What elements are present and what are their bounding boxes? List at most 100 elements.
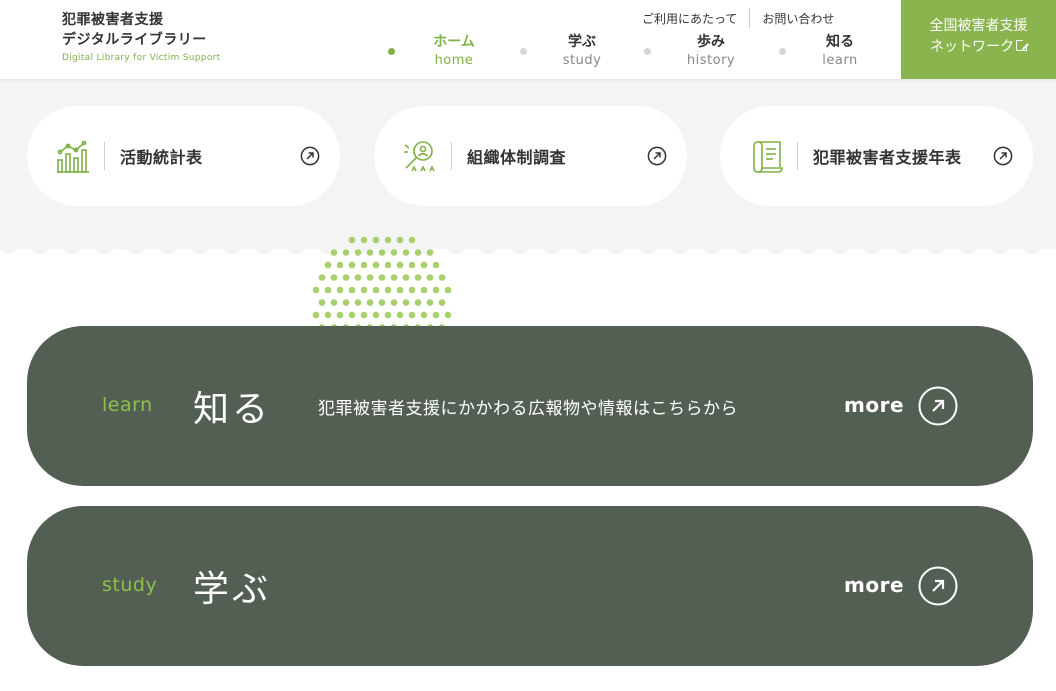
decor-dot (330, 274, 338, 281)
decor-dot (360, 286, 368, 294)
decor-dot (372, 236, 380, 244)
decor-dot (414, 249, 422, 256)
logo-subtitle: Digital Library for Victim Support (62, 53, 221, 63)
decor-dot (336, 286, 344, 294)
decor-dot (396, 286, 404, 294)
decor-dot (324, 311, 332, 319)
quick-link-survey[interactable]: 組織体制調査 (374, 106, 687, 206)
card-en-label: learn (102, 394, 153, 416)
cta-line2: ネットワーク (901, 37, 1056, 58)
scroll-icon (753, 141, 783, 173)
decor-dot (402, 299, 410, 306)
utility-nav: ご利用にあたって お問い合わせ (630, 8, 846, 28)
card-jp-title: 知る (193, 389, 272, 430)
external-link-icon (1016, 38, 1029, 51)
learn-card[interactable]: learn 知る 犯罪被害者支援にかかわる広報物や情報はこちらから more (27, 326, 1033, 486)
decor-dot (372, 286, 380, 294)
decor-dot (432, 286, 440, 294)
card-description: 犯罪被害者支援にかかわる広報物や情報はこちらから (318, 399, 738, 419)
logo-title-line2: デジタルライブラリー (62, 32, 207, 48)
decor-dot (354, 299, 362, 306)
nav-label-jp: 学ぶ (568, 34, 596, 50)
nav-label-en: study (562, 53, 602, 68)
site-header: 犯罪被害者支援 デジタルライブラリー Digital Library for V… (0, 0, 1056, 79)
decor-dot (384, 236, 392, 244)
decor-dot (420, 261, 428, 269)
decor-dot (426, 274, 434, 281)
nav-dot-history (644, 48, 651, 55)
quick-link-label: 活動統計表 (120, 148, 203, 167)
quick-link-label: 犯罪被害者支援年表 (813, 148, 962, 167)
card-more-label: more (844, 573, 905, 597)
decor-dot (330, 249, 338, 256)
decor-dot (432, 311, 440, 319)
site-logo[interactable]: 犯罪被害者支援 デジタルライブラリー Digital Library for V… (62, 10, 220, 63)
card-en-label: study (102, 574, 158, 596)
decor-dot (390, 299, 398, 306)
nav-label-en: home (434, 53, 474, 68)
decor-dot (396, 236, 404, 244)
decor-dot (396, 311, 404, 319)
decor-dot (354, 249, 362, 256)
decor-dot (390, 249, 398, 256)
usage-guide-link[interactable]: ご利用にあたって (630, 10, 749, 27)
decor-dot (402, 274, 410, 281)
nav-item-history[interactable]: 歩み history (671, 32, 751, 70)
nav-item-home[interactable]: ホーム home (414, 32, 494, 70)
decor-dot (330, 299, 338, 306)
decor-dot (408, 311, 416, 319)
quick-link-stats[interactable]: 活動統計表 (27, 106, 340, 206)
decor-dot (426, 249, 434, 256)
arrow-up-right-icon (300, 146, 320, 166)
decor-dot (324, 261, 332, 269)
wave-divider (0, 236, 1056, 254)
decor-dot (444, 286, 452, 294)
decor-dot (348, 286, 356, 294)
logo-title-line1: 犯罪被害者支援 (62, 12, 164, 28)
decor-dot (342, 299, 350, 306)
decorative-dots (312, 236, 452, 328)
decor-dot (444, 311, 452, 319)
arrow-up-right-icon (993, 146, 1013, 166)
decor-dot (402, 249, 410, 256)
magnifier-people-icon (404, 141, 435, 172)
decor-dot (348, 311, 356, 319)
decor-dot (426, 299, 434, 306)
decor-dot (348, 236, 356, 244)
decor-dot (432, 261, 440, 269)
pill-divider (797, 142, 798, 170)
card-jp-title: 学ぶ (193, 569, 272, 610)
study-card[interactable]: study 学ぶ more (27, 506, 1033, 666)
arrow-up-right-icon[interactable] (918, 386, 958, 426)
decor-dot (366, 274, 374, 281)
nav-dot-home (388, 48, 395, 55)
decor-dot (378, 299, 386, 306)
decor-dot (414, 274, 422, 281)
decor-dot (348, 261, 356, 269)
nav-label-jp: 知る (826, 34, 854, 50)
decor-dot (372, 261, 380, 269)
decor-dot (420, 286, 428, 294)
nav-label-en: learn (822, 53, 858, 68)
decor-dot (372, 311, 380, 319)
decor-dot (366, 249, 374, 256)
cta-line1: 全国被害者支援 (929, 18, 1028, 34)
pill-divider (104, 142, 105, 170)
nav-label-jp: ホーム (433, 34, 475, 50)
nav-item-learn[interactable]: 知る learn (800, 32, 880, 70)
decor-dot (324, 286, 332, 294)
decor-dot (318, 274, 326, 281)
decor-dot (342, 274, 350, 281)
arrow-up-right-icon[interactable] (918, 566, 958, 606)
nav-item-study[interactable]: 学ぶ study (542, 32, 622, 70)
quick-link-timeline[interactable]: 犯罪被害者支援年表 (720, 106, 1033, 206)
decor-dot (366, 299, 374, 306)
contact-link[interactable]: お問い合わせ (750, 10, 846, 27)
network-cta-button[interactable]: 全国被害者支援 ネットワーク (901, 0, 1056, 79)
decor-dot (408, 286, 416, 294)
decor-dot (438, 274, 446, 281)
decor-dot (414, 299, 422, 306)
decor-dot (396, 261, 404, 269)
decor-dot (420, 311, 428, 319)
decor-dot (312, 311, 320, 319)
